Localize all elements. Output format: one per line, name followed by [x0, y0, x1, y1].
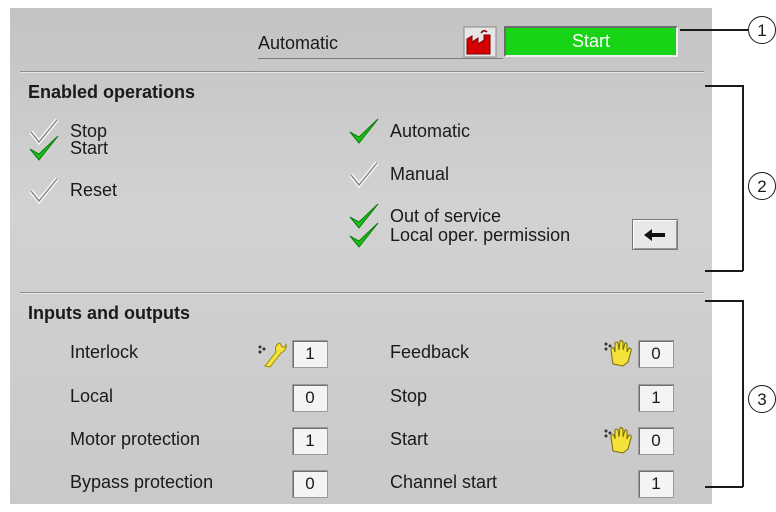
io-value-start: 0 [638, 427, 674, 455]
operation-label: Local oper. permission [390, 224, 571, 245]
operation-label: Reset [70, 179, 118, 200]
callout-line-2-bottom [705, 270, 743, 272]
callout-line-3-vertical [742, 300, 744, 487]
io-label-feedback: Feedback [390, 342, 470, 362]
simulation-hand-icon [604, 427, 632, 454]
operation-automatic: Automatic [348, 115, 470, 147]
io-value-bypass-protection: 0 [292, 470, 328, 498]
arrow-left-icon [644, 228, 665, 241]
enabled-check-icon [29, 135, 59, 161]
io-value-interlock: 1 [292, 340, 328, 368]
status-button[interactable]: Start [504, 26, 678, 57]
operation-reset: Reset [28, 174, 117, 206]
callout-line-2-top [705, 85, 743, 87]
io-label-bypass-protection: Bypass protection [70, 472, 214, 492]
local-plant-icon [463, 26, 497, 58]
callout-line-1 [680, 29, 748, 31]
io-label-stop: Stop [390, 386, 428, 406]
callout-1: 1 [748, 16, 776, 44]
mode-underline [258, 58, 503, 59]
io-label-channel-start: Channel start [390, 472, 498, 492]
disabled-check-icon [349, 161, 379, 188]
wrench-icon [258, 342, 287, 368]
enabled-operations-heading: Enabled operations [28, 82, 196, 102]
simulation-hand-icon [604, 340, 632, 367]
mode-label: Automatic [258, 33, 339, 53]
callout-3: 3 [748, 385, 776, 413]
io-value-motor-protection: 1 [292, 427, 328, 455]
io-value-local: 0 [292, 384, 328, 412]
operation-label: Manual [390, 163, 450, 184]
operation-label: Start [70, 137, 109, 158]
io-value-feedback: 0 [638, 340, 674, 368]
local-permission-button[interactable] [632, 219, 678, 250]
callout-line-2-vertical [742, 85, 744, 271]
operation-local-oper-permission: Local oper. permission [348, 219, 570, 251]
enabled-check-icon [349, 222, 379, 248]
io-label-local: Local [70, 386, 114, 406]
io-label-motor-protection: Motor protection [70, 429, 201, 449]
disabled-check-icon [29, 177, 59, 204]
separator [20, 71, 704, 73]
callout-line-3-top [705, 300, 743, 302]
callout-2: 2 [748, 172, 776, 200]
operation-label: Automatic [390, 120, 471, 141]
io-label-interlock: Interlock [70, 342, 139, 362]
io-label-start: Start [390, 429, 429, 449]
operation-start: Start [28, 132, 108, 164]
separator [20, 292, 704, 294]
enabled-check-icon [349, 118, 379, 144]
io-value-channel-start: 1 [638, 470, 674, 498]
io-value-stop: 1 [638, 384, 674, 412]
operation-manual: Manual [348, 158, 449, 190]
inputs-outputs-heading: Inputs and outputs [28, 303, 190, 323]
callout-line-3-bottom [705, 486, 743, 488]
